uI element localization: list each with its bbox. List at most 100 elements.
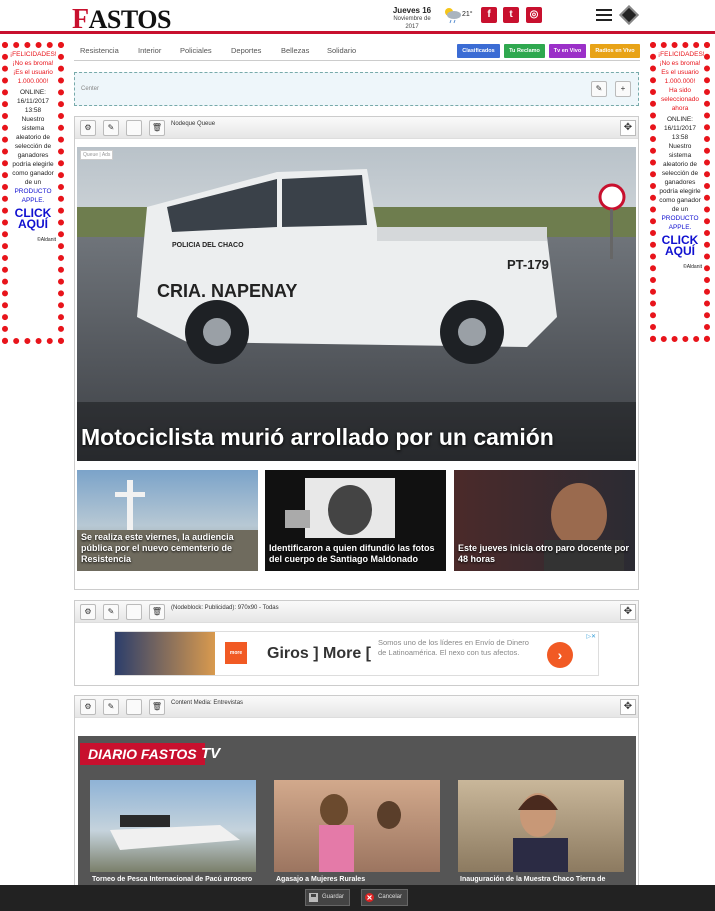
ad-brand: Giros ] More [ xyxy=(267,645,372,662)
nav-item-interior[interactable]: Interior xyxy=(138,46,161,55)
nav-item-policiales[interactable]: Policiales xyxy=(180,46,212,55)
ad-credit: ©Aldanit xyxy=(37,237,56,243)
ad-product: PRODUCTO APPLE. xyxy=(661,215,699,231)
ad-line: ¡No es broma! xyxy=(659,60,701,67)
ad-line: Ha sido seleccionado ahora xyxy=(661,87,699,112)
ad-image xyxy=(115,632,215,675)
blank-button[interactable] xyxy=(126,120,142,136)
pencil-icon[interactable]: ✎ xyxy=(103,699,119,715)
ad-online-time: 13:58 xyxy=(24,107,42,114)
partly-cloudy-rain-icon xyxy=(445,8,461,24)
date-sub: Noviembre de 2017 xyxy=(393,16,431,30)
pencil-icon[interactable]: ✎ xyxy=(103,604,119,620)
women-image xyxy=(319,794,401,872)
move-icon[interactable]: ✥ xyxy=(620,120,636,136)
ad-body: Nuestro sistema aleatorio de selección d… xyxy=(12,116,54,186)
media-section: DIARIO FASTOS TV Torneo de Pesca Interna… xyxy=(78,736,636,888)
thumb-caption: Este jueves inicia otro paro docente por… xyxy=(458,543,630,564)
ad-online-label: ONLINE: xyxy=(19,89,46,96)
thumb-caption: Se realiza este viernes, la audiencia pú… xyxy=(81,532,234,564)
block-toolbar: ⚙ ✎ 🗑 Content Media: Entrevistas ✥ xyxy=(75,696,638,718)
blank-button[interactable] xyxy=(126,604,142,620)
news-thumb[interactable]: Se realiza este viernes, la audiencia pú… xyxy=(77,470,258,571)
ad-line: ¡No es broma! xyxy=(12,60,54,67)
save-label: Guardar xyxy=(322,894,345,900)
nav-item-bellezas[interactable]: Bellezas xyxy=(281,46,309,55)
save-icon xyxy=(309,893,318,902)
bottom-action-bar: Guardar Cancelar xyxy=(0,885,715,911)
media-thumb[interactable] xyxy=(458,780,624,872)
tv-en-vivo-button[interactable]: Tv en Vivo xyxy=(549,44,586,58)
ad-online-label: ONLINE: xyxy=(666,116,693,123)
ad-banner[interactable]: more Giros ] More [ Somos uno de los líd… xyxy=(114,631,599,676)
ad-credit: ©Aldanit xyxy=(683,264,702,270)
svg-text:POLICIA DEL CHACO: POLICIA DEL CHACO xyxy=(172,242,244,249)
trash-icon[interactable]: 🗑 xyxy=(149,604,165,620)
save-button[interactable]: Guardar xyxy=(305,889,351,906)
radios-en-vivo-button[interactable]: Radios en Vivo xyxy=(590,44,640,58)
woman-portrait-image xyxy=(513,793,568,872)
tu-reclamo-button[interactable]: Tu Reclamo xyxy=(504,44,545,58)
hamburger-menu-icon[interactable] xyxy=(596,9,612,23)
trash-icon[interactable]: 🗑 xyxy=(149,699,165,715)
site-header: FASTOS Jueves 16 Noviembre de 2017 21° f… xyxy=(0,0,715,36)
ad-online-date: 16/11/2017 xyxy=(16,98,50,105)
plus-icon[interactable]: + xyxy=(615,81,631,97)
move-icon[interactable]: ✥ xyxy=(620,699,636,715)
settings-icon[interactable]: ⚙ xyxy=(80,699,96,715)
media-thumb[interactable] xyxy=(274,780,440,872)
nav-item-solidario[interactable]: Solidario xyxy=(327,46,356,55)
side-ad-left[interactable]: ¡FELICIDADES! ¡No es broma! ¡Es el usuar… xyxy=(2,42,64,344)
nav-item-deportes[interactable]: Deportes xyxy=(231,46,261,55)
ad-click-link[interactable]: CLICK AQUÍ xyxy=(10,207,56,230)
settings-icon[interactable]: ⚙ xyxy=(80,120,96,136)
move-icon[interactable]: ✥ xyxy=(620,604,636,620)
instagram-icon[interactable]: ◎ xyxy=(526,7,542,23)
media-thumb[interactable] xyxy=(90,780,256,872)
ad-online-time: 13:58 xyxy=(671,134,689,141)
media-caption: Torneo de Pesca Internacional de Pacú ar… xyxy=(92,876,253,883)
ad-line: ¡FELICIDADES! xyxy=(10,51,57,58)
media-caption: Agasajo a Mujeres Rurales xyxy=(276,876,366,883)
news-thumb[interactable]: Este jueves inicia otro paro docente por… xyxy=(454,470,635,571)
hero-title[interactable]: Motociclista murió arrollado por un cami… xyxy=(81,424,554,451)
hero-image: CRIA. NAPENAY PT-179 POLICIA DEL CHACO xyxy=(77,147,636,461)
block-toolbar: ⚙ ✎ 🗑 (Nodeblock: Publicidad): 970x90 - … xyxy=(75,601,638,623)
tv-label: TV xyxy=(201,745,221,762)
ad-body: Nuestro sistema aleatorio de selección d… xyxy=(659,143,701,213)
cancel-icon xyxy=(365,893,374,902)
center-label: Center xyxy=(81,86,100,92)
boat-image xyxy=(110,815,240,850)
arrow-right-icon[interactable]: › xyxy=(547,642,573,668)
thumb-caption: Identificaron a quien difundió las fotos… xyxy=(269,543,435,564)
pencil-icon[interactable]: ✎ xyxy=(591,81,607,97)
temperature: 21° xyxy=(462,11,473,18)
facebook-icon[interactable]: f xyxy=(481,7,497,23)
ad-choices-icon[interactable]: ▷✕ xyxy=(586,633,596,640)
pencil-icon[interactable]: ✎ xyxy=(103,120,119,136)
blank-button[interactable] xyxy=(126,699,142,715)
settings-icon[interactable]: ⚙ xyxy=(80,604,96,620)
ad-product: PRODUCTO APPLE. xyxy=(14,188,52,204)
date-display: Jueves 16 Noviembre de 2017 xyxy=(390,6,434,31)
trash-icon[interactable]: 🗑 xyxy=(149,120,165,136)
twitter-icon[interactable]: t xyxy=(503,7,519,23)
side-ad-right[interactable]: ¡FELICIDADES! ¡No es broma! Es el usuari… xyxy=(650,42,710,342)
ad-click-link[interactable]: CLICK AQUÍ xyxy=(658,234,702,257)
block-title: Nodeque Queue xyxy=(171,121,216,127)
center-region: Center ✎ + xyxy=(74,72,639,106)
block-title: (Nodeblock: Publicidad): 970x90 - Todas xyxy=(171,605,279,611)
svg-text:PT-179: PT-179 xyxy=(507,257,549,272)
ad-online-date: 16/11/2017 xyxy=(663,125,697,132)
diamond-icon[interactable] xyxy=(619,5,639,25)
nav-item-resistencia[interactable]: Resistencia xyxy=(80,46,119,55)
news-thumb[interactable]: Identificaron a quien difundió las fotos… xyxy=(265,470,446,571)
clasificados-button[interactable]: Clasificados xyxy=(457,44,500,58)
cancel-label: Cancelar xyxy=(378,894,403,900)
ad-line: ¡Es el usuario 1.000.000! xyxy=(13,69,53,85)
cancel-button[interactable]: Cancelar xyxy=(361,889,409,906)
hero-article[interactable]: CRIA. NAPENAY PT-179 POLICIA DEL CHACO Q… xyxy=(77,147,636,461)
media-caption: Inauguración de la Muestra Chaco Tierra … xyxy=(460,876,606,883)
svg-text:CRIA. NAPENAY: CRIA. NAPENAY xyxy=(157,281,297,301)
site-logo[interactable]: FASTOS xyxy=(72,4,171,36)
